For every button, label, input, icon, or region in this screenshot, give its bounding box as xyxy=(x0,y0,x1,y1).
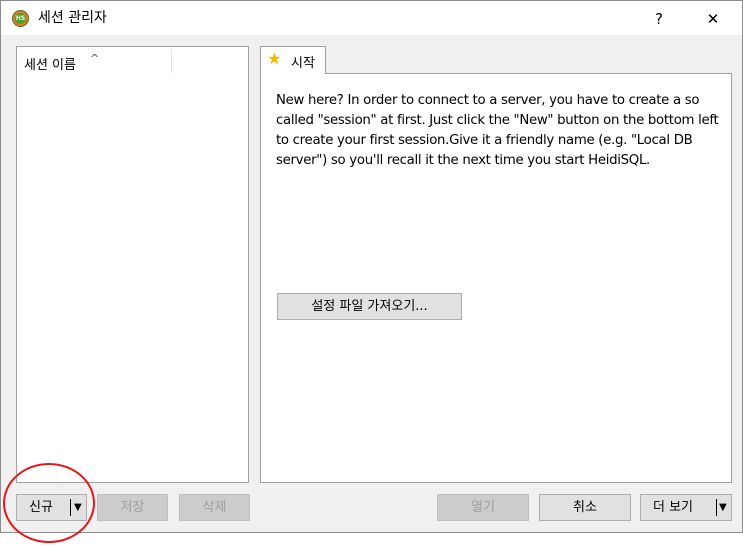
save-button[interactable]: 저장 xyxy=(97,494,168,521)
window-title: 세션 관리자 xyxy=(38,10,107,26)
tab-start[interactable]: ★ 시작 xyxy=(260,46,326,74)
tab-start-label: 시작 xyxy=(291,56,315,71)
help-button[interactable]: ? xyxy=(639,5,679,33)
close-button[interactable]: ✕ xyxy=(693,5,733,33)
column-header-label: 세션 이름 xyxy=(24,58,76,73)
import-settings-button[interactable]: 설정 파일 가져오기... xyxy=(277,293,462,320)
dropdown-arrow-icon[interactable]: ▼ xyxy=(719,495,727,520)
sort-ascending-icon: ^ xyxy=(90,52,100,65)
heidisql-app-icon: HS xyxy=(12,10,29,27)
star-icon: ★ xyxy=(267,49,282,68)
split-divider xyxy=(716,499,717,516)
new-button[interactable]: 신규 ▼ xyxy=(16,494,87,521)
column-divider[interactable] xyxy=(171,49,172,73)
more-button-label: 더 보기 xyxy=(653,500,694,515)
app-icon-text: HS xyxy=(15,13,26,24)
title-bar: HS 세션 관리자 ? ✕ xyxy=(1,1,742,35)
session-manager-window: HS 세션 관리자 ? ✕ 세션 이름 ^ ★ 시작 New here? In … xyxy=(0,0,743,533)
start-tab-content: New here? In order to connect to a serve… xyxy=(260,73,732,483)
dropdown-arrow-icon[interactable]: ▼ xyxy=(74,495,82,520)
session-list[interactable]: 세션 이름 ^ xyxy=(16,46,249,483)
split-divider xyxy=(70,499,71,516)
open-button[interactable]: 열기 xyxy=(437,494,529,521)
cancel-button[interactable]: 취소 xyxy=(539,494,631,521)
session-name-column-header[interactable]: 세션 이름 ^ xyxy=(17,47,248,75)
delete-button[interactable]: 삭제 xyxy=(179,494,250,521)
intro-text: New here? In order to connect to a serve… xyxy=(276,93,719,168)
more-button[interactable]: 더 보기 ▼ xyxy=(640,494,732,521)
new-button-label: 신규 xyxy=(29,500,53,515)
